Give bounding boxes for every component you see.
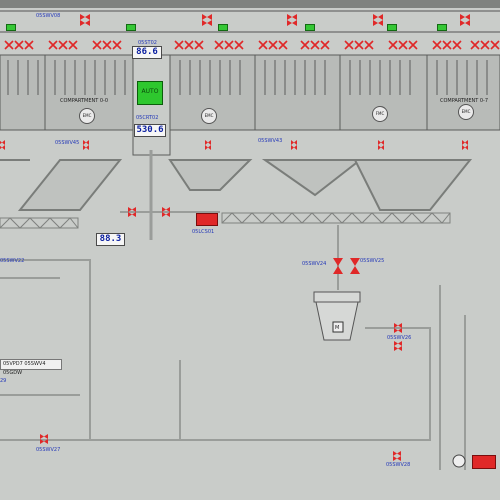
status-indicator xyxy=(437,24,447,31)
lower-value-display: 88.3 xyxy=(96,233,125,246)
left-info-box: 05VPD7 05SWV4 05GDW xyxy=(0,359,62,376)
top-value-display: 86.6 xyxy=(132,46,162,59)
status-indicator xyxy=(387,24,397,31)
top-header-bar xyxy=(0,0,500,8)
branch-valve-tag: 05SWV22 xyxy=(0,258,25,264)
left-edge-tag: 29 xyxy=(0,378,7,384)
pipe-valve-2-tag: 05SWV25 xyxy=(360,258,385,264)
process-mimic-canvas xyxy=(0,0,500,500)
mid-valve-tag: 05LCS01 xyxy=(192,229,215,235)
compartment-left-label: COMPARTMENT 0-0 xyxy=(60,98,109,104)
mid-value-display: 530.6 xyxy=(134,124,166,137)
motor-center[interactable]: EMC xyxy=(201,108,217,124)
bottom-right-valve-tag: 05SWV28 xyxy=(386,462,411,468)
pump-symbol xyxy=(452,454,466,468)
vessel-tag: M xyxy=(335,325,340,331)
status-indicator xyxy=(126,24,136,31)
status-indicator xyxy=(218,24,228,31)
mode-indicator[interactable]: AUTO xyxy=(137,81,163,105)
bottom-alarm-indicator[interactable] xyxy=(472,455,496,469)
right-hopper-valve-tag: 05SWV43 xyxy=(258,138,283,144)
left-hopper-valve-tag: 05SWV45 xyxy=(55,140,80,146)
motor-right[interactable]: FMC xyxy=(372,106,388,122)
bottom-valve-tag: 05SWV27 xyxy=(36,447,61,453)
pipe-valve-1-tag: 05SWV26 xyxy=(387,335,412,341)
status-indicator xyxy=(305,24,315,31)
status-indicator xyxy=(6,24,16,31)
vessel-valve-tag: 05SWV24 xyxy=(302,261,327,267)
motor-far-right[interactable]: EMC xyxy=(458,104,474,120)
top-valve-tag: 05SWV08 xyxy=(36,13,61,19)
center-tag-2: 05CRT02 xyxy=(136,115,159,121)
motor-left[interactable]: EMC xyxy=(79,108,95,124)
alarm-indicator[interactable] xyxy=(196,213,218,226)
